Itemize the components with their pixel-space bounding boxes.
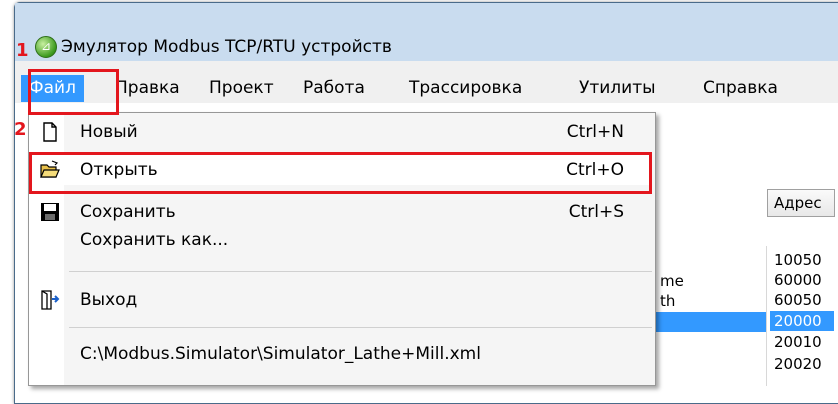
window-title: Эмулятор Modbus TCP/RTU устройств	[61, 37, 392, 57]
menu-item-label: Новый	[80, 122, 138, 142]
table-cell-address[interactable]: 20020	[770, 354, 834, 374]
menu-separator	[69, 327, 652, 328]
menu-item-label: Сохранить как...	[80, 230, 229, 250]
menu-item-label: Сохранить	[80, 202, 176, 222]
menu-item-label: Выход	[80, 290, 138, 310]
menu-utilities[interactable]: Утилиты	[571, 75, 664, 102]
app-logo-icon: ⊿	[35, 36, 57, 58]
menu-bar: Файл Правка Проект Работа Трассировка Ут…	[15, 63, 838, 103]
table-cell-address[interactable]: 60000	[770, 270, 834, 290]
menu-work[interactable]: Работа	[295, 75, 373, 102]
menu-item-save-as[interactable]: Сохранить как...	[32, 225, 652, 255]
menu-help[interactable]: Справка	[695, 75, 786, 102]
menu-item-save[interactable]: Сохранить Ctrl+S	[32, 197, 652, 227]
table-cell-address[interactable]: 60050	[770, 290, 834, 310]
table-row-name-fragment: th	[660, 292, 676, 310]
column-header-address[interactable]: Адрес	[767, 189, 835, 217]
table-column-divider	[766, 246, 767, 386]
annotation-step-1: 1	[16, 40, 29, 61]
menu-item-open[interactable]: Открыть Ctrl+O	[32, 155, 652, 185]
save-disk-icon	[41, 203, 59, 221]
menu-trace[interactable]: Трассировка	[401, 75, 530, 102]
menu-item-recent-file[interactable]: C:\Modbus.Simulator\Simulator_Lathe+Mill…	[32, 339, 652, 369]
menu-item-exit[interactable]: Выход	[32, 285, 652, 315]
menu-edit[interactable]: Правка	[107, 75, 188, 102]
title-bar: ⊿ Эмулятор Modbus TCP/RTU устройств	[15, 3, 838, 61]
menu-item-shortcut: Ctrl+O	[566, 160, 624, 180]
menu-item-label: C:\Modbus.Simulator\Simulator_Lathe+Mill…	[80, 344, 481, 364]
table-cell-address-selected[interactable]: 20000	[770, 311, 834, 331]
menu-item-shortcut: Ctrl+S	[568, 202, 624, 222]
menu-item-label: Открыть	[80, 160, 158, 180]
table-row-name-fragment: me	[660, 272, 684, 290]
menu-item-new[interactable]: Новый Ctrl+N	[32, 117, 652, 147]
menu-item-shortcut: Ctrl+N	[566, 122, 624, 142]
table-cell-address[interactable]: 20010	[770, 332, 834, 352]
table-cell-address[interactable]: 10050	[770, 250, 834, 270]
menu-file[interactable]: Файл	[21, 75, 84, 102]
table-row-selected-band	[654, 312, 766, 332]
annotation-step-2: 2	[14, 119, 27, 140]
menu-project[interactable]: Проект	[201, 75, 282, 102]
exit-door-icon	[41, 290, 60, 310]
new-file-icon	[43, 122, 57, 142]
open-folder-icon	[40, 160, 60, 178]
menu-separator	[69, 271, 652, 272]
file-menu-dropdown: Новый Ctrl+N Открыть Ctrl+O Сохранить Ct…	[28, 112, 656, 386]
